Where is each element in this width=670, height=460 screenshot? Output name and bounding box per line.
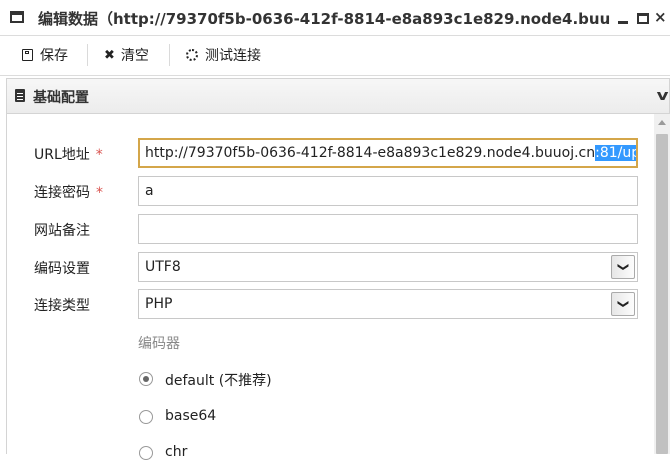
type-label: 连接类型 [34,298,90,314]
toolbar: 保存 ✖ 清空 测试连接 [0,36,670,76]
encoding-value: UTF8 [145,259,181,275]
password-label-text: 连接密码 [34,185,90,201]
radio-base64-label[interactable]: base64 [165,408,216,424]
scroll-up-arrow-icon[interactable] [658,120,666,125]
test-connection-button[interactable]: 测试连接 [186,36,261,74]
document-icon [15,89,25,102]
encoder-label: 编码器 [138,336,180,352]
radio-default[interactable] [139,372,153,386]
window-title: 编辑数据（http://79370f5b-0636-412f-8814-e8a8… [38,10,610,28]
url-required-mark: * [95,147,103,163]
section-title: 基础配置 [33,90,89,106]
test-connection-label: 测试连接 [205,48,261,64]
url-label: URL地址 * [34,144,103,164]
radio-base64[interactable] [139,410,153,424]
note-label: 网站备注 [34,223,90,239]
url-label-text: URL地址 [34,147,90,163]
url-input[interactable]: http://79370f5b-0636-412f-8814-e8a893c1e… [138,138,638,168]
radio-chr-label[interactable]: chr [165,444,187,460]
url-value: http://79370f5b-0636-412f-8814-e8a893c1e… [145,145,596,161]
radio-default-label[interactable]: default (不推荐) [165,370,272,390]
type-select[interactable]: PHP ❯ [138,289,638,319]
chevron-down-icon[interactable]: ❯ [611,292,635,316]
note-input[interactable] [138,214,638,244]
clear-icon: ✖ [104,47,115,63]
close-button[interactable]: × [654,7,667,27]
toolbar-divider [87,44,88,66]
toolbar-divider [169,44,170,66]
clear-button[interactable]: ✖ 清空 [104,36,149,74]
save-label: 保存 [40,48,68,64]
encoding-select[interactable]: UTF8 ❯ [138,252,638,282]
window-titlebar: 编辑数据（http://79370f5b-0636-412f-8814-e8a8… [0,0,670,36]
password-input[interactable]: a [138,176,638,206]
password-label: 连接密码 * [34,182,103,202]
save-button[interactable]: 保存 [22,36,68,74]
password-required-mark: * [96,185,103,201]
encoding-label: 编码设置 [34,261,90,277]
url-value-selected: :81/uploa [595,145,636,161]
vertical-scrollbar[interactable] [654,114,670,454]
chevron-down-icon[interactable]: ❯ [611,255,635,279]
radio-chr[interactable] [139,446,153,460]
maximize-button[interactable] [637,13,649,24]
spinner-icon [186,49,198,61]
basic-config-header[interactable]: 基础配置 v [6,78,670,114]
type-value: PHP [145,296,173,312]
clear-label: 清空 [120,48,149,64]
chevron-down-icon[interactable]: v [656,88,668,104]
password-value: a [145,183,154,199]
scroll-thumb[interactable] [656,134,668,454]
window-icon [10,11,24,23]
save-icon [22,49,33,61]
